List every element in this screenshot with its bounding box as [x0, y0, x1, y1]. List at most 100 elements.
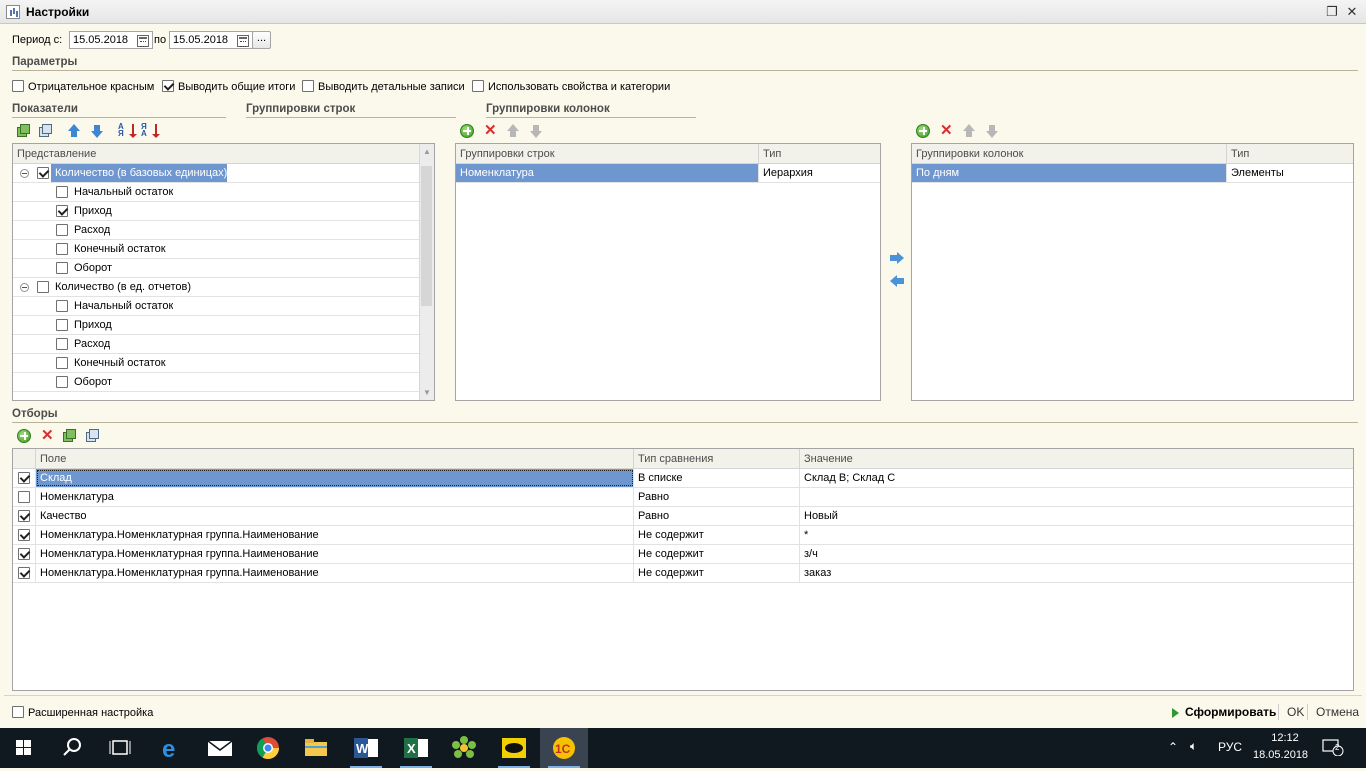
restore-icon[interactable]: ❐ — [1324, 4, 1340, 20]
start-button[interactable] — [0, 728, 48, 768]
excel-button[interactable]: X — [392, 728, 440, 768]
cancel-button[interactable]: Отмена — [1316, 705, 1359, 719]
check-all-filters-button[interactable] — [62, 428, 78, 444]
tree-group-checkbox[interactable] — [37, 281, 49, 293]
collapse-icon[interactable] — [20, 169, 29, 178]
option-details-checkbox[interactable] — [302, 80, 314, 92]
table-row[interactable]: Склад В списке Склад В; Склад С — [13, 469, 1353, 488]
period-from-input[interactable]: 15.05.2018 — [69, 31, 153, 49]
table-row[interactable]: Номенклатура.Номенклатурная группа.Наиме… — [13, 545, 1353, 564]
move-to-columns-icon[interactable] — [890, 252, 904, 264]
tree-item-row[interactable]: Приход — [13, 316, 419, 335]
table-row[interactable]: Номенклатура Иерархия — [456, 164, 880, 183]
table-row[interactable]: Номенклатура.Номенклатурная группа.Наиме… — [13, 526, 1353, 545]
language-indicator[interactable]: РУС — [1218, 740, 1242, 754]
tree-item-checkbox[interactable] — [56, 186, 68, 198]
tree-group-row[interactable]: Количество (в ед. отчетов) — [13, 278, 419, 297]
tree-item-row[interactable]: Начальный остаток — [13, 297, 419, 316]
tree-item-checkbox[interactable] — [56, 205, 68, 217]
filter-checkbox[interactable] — [18, 491, 30, 503]
add-row-grouping-button[interactable] — [459, 123, 475, 139]
tree-item-row[interactable]: Конечный остаток — [13, 354, 419, 373]
tree-item-row[interactable]: Расход — [13, 221, 419, 240]
generate-button[interactable]: Сформировать — [1172, 705, 1276, 719]
tree-group-checkbox[interactable] — [37, 167, 49, 179]
tree-item-checkbox[interactable] — [56, 262, 68, 274]
explorer-button[interactable] — [292, 728, 340, 768]
indicators-scrollbar[interactable]: ▲ ▼ — [419, 144, 434, 400]
filters-table[interactable]: Поле Тип сравнения Значение Склад В списк… — [12, 448, 1354, 691]
delete-row-grouping-button[interactable]: ✕ — [482, 123, 498, 139]
task-view-button[interactable] — [96, 728, 144, 768]
word-button[interactable]: W — [342, 728, 390, 768]
calendar-icon[interactable] — [137, 35, 149, 47]
sort-ascending-button[interactable]: АЯ — [118, 123, 137, 139]
search-button[interactable] — [48, 728, 96, 768]
calendar-icon[interactable] — [237, 35, 249, 47]
volume-icon[interactable]: 🔈︎ — [1190, 739, 1197, 754]
filter-checkbox[interactable] — [18, 567, 30, 579]
icq-button[interactable] — [440, 728, 488, 768]
column-grouping-up-button[interactable] — [961, 123, 977, 139]
option-totals-checkbox[interactable] — [162, 80, 174, 92]
chrome-button[interactable] — [244, 728, 292, 768]
table-row[interactable]: Номенклатура.Номенклатурная группа.Наиме… — [13, 564, 1353, 583]
delete-column-grouping-button[interactable]: ✕ — [938, 123, 954, 139]
start-icon — [16, 740, 31, 755]
filter-checkbox[interactable] — [18, 548, 30, 560]
tree-item-checkbox[interactable] — [56, 357, 68, 369]
filter-checkbox[interactable] — [18, 510, 30, 522]
advanced-settings-checkbox[interactable] — [12, 706, 24, 718]
tree-item-checkbox[interactable] — [56, 319, 68, 331]
tree-item-row[interactable]: Приход — [13, 202, 419, 221]
indicators-tree[interactable]: Представление Количество (в базовых един… — [12, 143, 435, 401]
uncheck-all-filters-button[interactable] — [85, 428, 101, 444]
tree-group-row[interactable]: Количество (в базовых единицах) — [13, 164, 419, 183]
tree-item-checkbox[interactable] — [56, 243, 68, 255]
option-properties-checkbox[interactable] — [472, 80, 484, 92]
row-grouping-down-button[interactable] — [528, 123, 544, 139]
notifications-button[interactable]: 2 — [1322, 738, 1344, 757]
table-row[interactable]: Номенклатура Равно — [13, 488, 1353, 507]
tree-item-row[interactable]: Конечный остаток — [13, 240, 419, 259]
clock-date[interactable]: 18.05.2018 — [1253, 749, 1308, 761]
add-column-grouping-button[interactable] — [915, 123, 931, 139]
edge-button[interactable]: e — [148, 728, 196, 768]
table-row[interactable]: Качество Равно Новый — [13, 507, 1353, 526]
move-to-rows-icon[interactable] — [890, 275, 904, 287]
tree-item-checkbox[interactable] — [56, 300, 68, 312]
1c-app-button[interactable]: 1С — [540, 728, 588, 768]
batman-app-button[interactable] — [490, 728, 538, 768]
tree-item-checkbox[interactable] — [56, 376, 68, 388]
check-all-button[interactable] — [16, 123, 32, 139]
delete-filter-button[interactable]: ✕ — [39, 428, 55, 444]
column-groupings-table[interactable]: Группировки колонок Тип По дням Элементы — [911, 143, 1354, 401]
tree-item-row[interactable]: Расход — [13, 335, 419, 354]
close-icon[interactable]: ✕ — [1344, 4, 1360, 20]
chevron-up-icon[interactable]: ⌃ — [1168, 740, 1178, 754]
tree-item-row[interactable]: Начальный остаток — [13, 183, 419, 202]
clock-time[interactable]: 12:12 — [1265, 732, 1305, 744]
add-filter-button[interactable] — [16, 428, 32, 444]
tree-item-row[interactable]: Оборот — [13, 373, 419, 392]
tree-item-checkbox[interactable] — [56, 224, 68, 236]
uncheck-all-button[interactable] — [38, 123, 54, 139]
tree-item-checkbox[interactable] — [56, 338, 68, 350]
period-select-button[interactable]: ... — [252, 31, 271, 49]
collapse-icon[interactable] — [20, 283, 29, 292]
table-row[interactable]: По дням Элементы — [912, 164, 1353, 183]
mail-button[interactable] — [196, 728, 244, 768]
filter-checkbox[interactable] — [18, 529, 30, 541]
move-up-button[interactable] — [66, 123, 82, 139]
move-down-button[interactable] — [89, 123, 105, 139]
row-grouping-up-button[interactable] — [505, 123, 521, 139]
filter-checkbox[interactable] — [18, 472, 30, 484]
option-negative-red-checkbox[interactable] — [12, 80, 24, 92]
column-grouping-down-button[interactable] — [984, 123, 1000, 139]
row-groupings-table[interactable]: Группировки строк Тип Номенклатура Иерар… — [455, 143, 881, 401]
scrollbar-thumb[interactable] — [421, 166, 432, 306]
period-to-input[interactable]: 15.05.2018 — [169, 31, 253, 49]
tree-item-row[interactable]: Оборот — [13, 259, 419, 278]
ok-button[interactable]: OK — [1287, 705, 1304, 719]
sort-descending-button[interactable]: ЯА — [141, 123, 160, 139]
